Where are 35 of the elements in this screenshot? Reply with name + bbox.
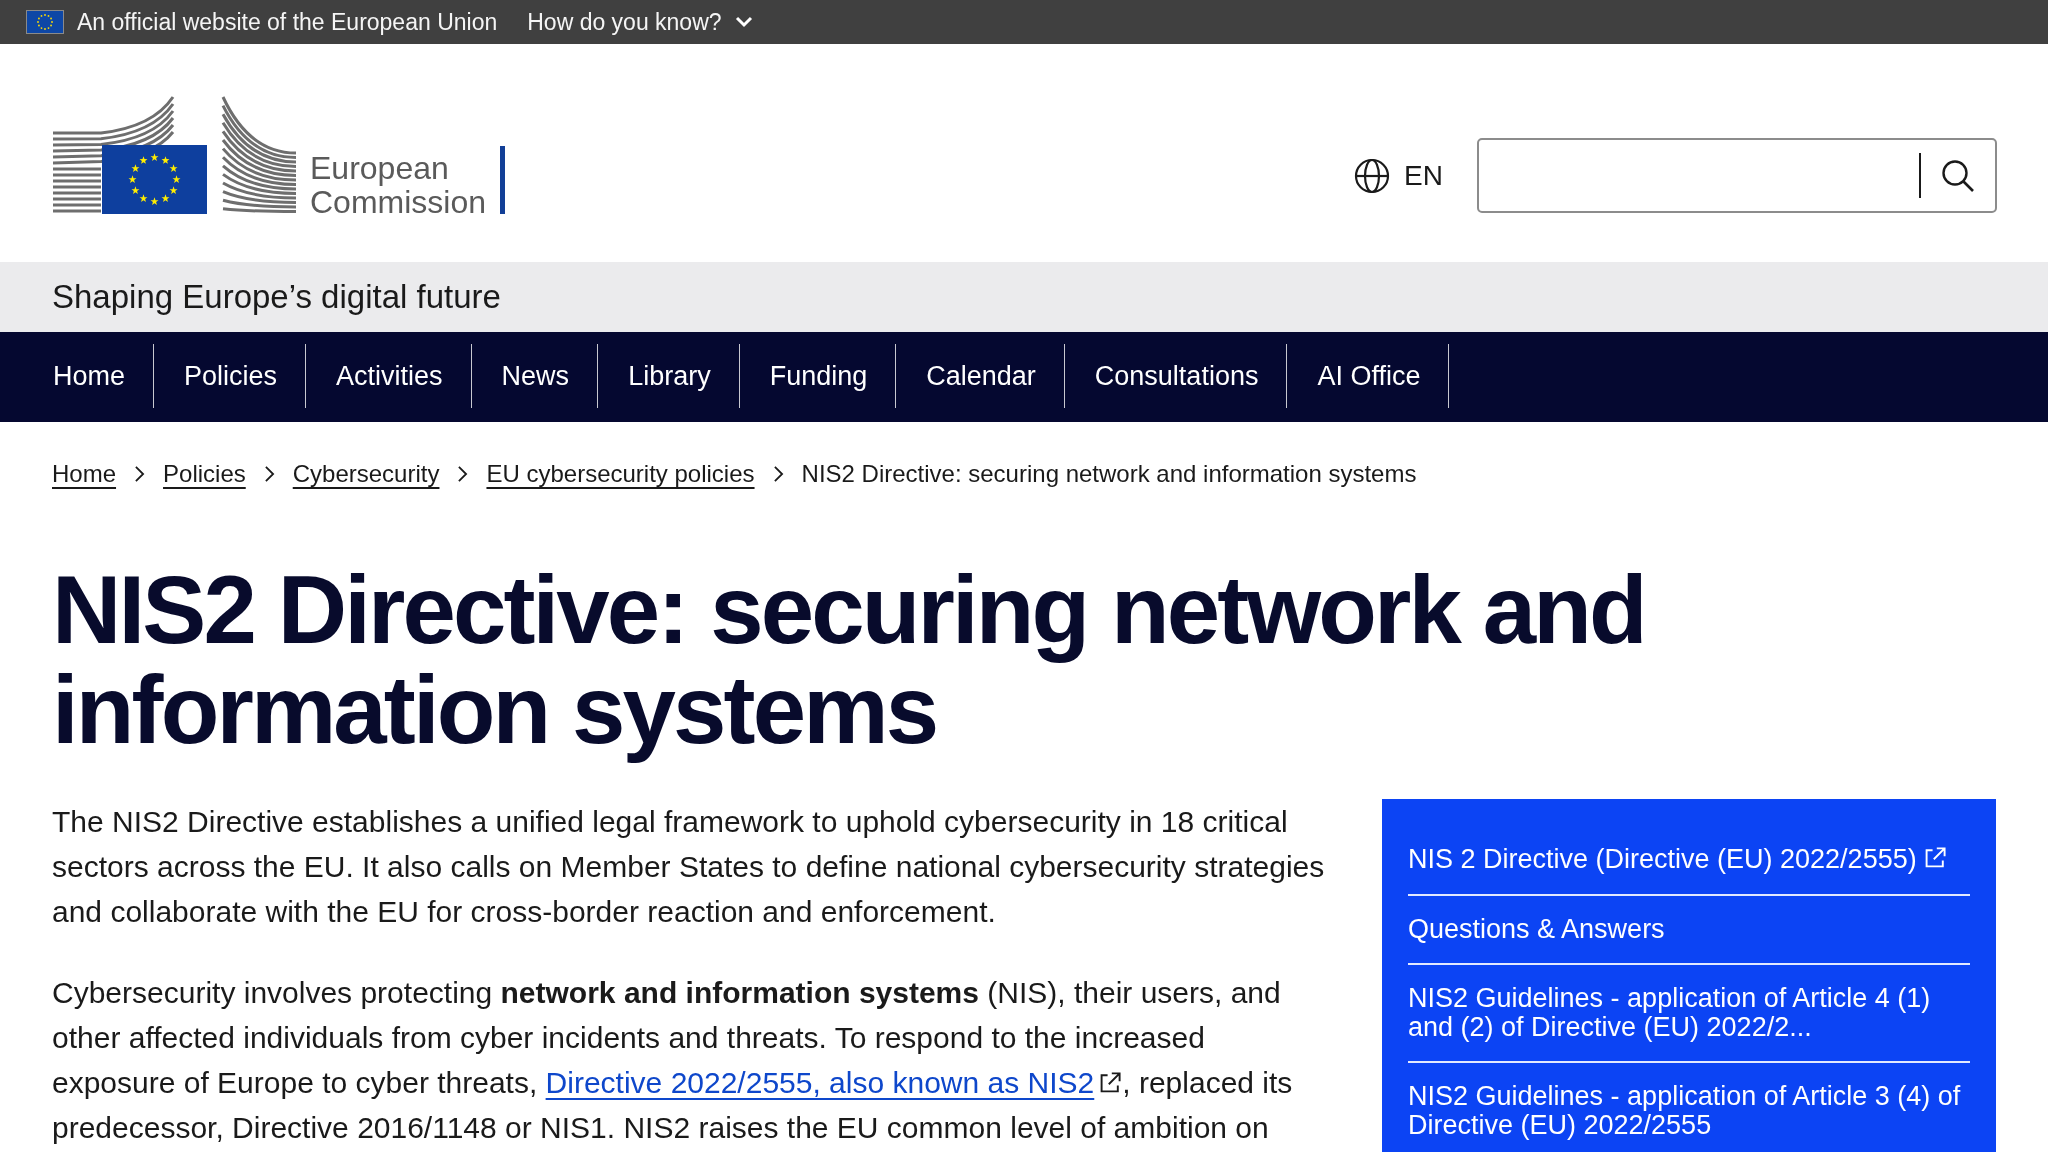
breadcrumb-link[interactable]: Policies xyxy=(163,459,246,489)
paragraph: The NIS2 Directive establishes a unified legal framework to uphold cybersecurity in 18 critical sectors across the EU. It also calls on Member States to define national cybersecurity strategies and collaborate with the EU for cross-border reaction and enforcement. xyxy=(52,804,1326,930)
nav-link[interactable]: Consultations xyxy=(1064,344,1288,408)
nav-link[interactable]: AI Office xyxy=(1287,344,1450,408)
official-site-notice: An official website of the European Union xyxy=(77,8,498,37)
nav-link[interactable]: Library xyxy=(598,344,740,408)
globe-icon xyxy=(1354,157,1391,194)
nav-link[interactable]: News xyxy=(471,344,599,408)
sidebar-link[interactable]: NIS 2 Directive (Directive (EU) 2022/2555) xyxy=(1408,845,1970,874)
breadcrumb-link[interactable]: EU cybersecurity policies xyxy=(486,459,755,489)
logo-text: European Commission xyxy=(310,151,487,219)
nav-link[interactable]: Activities xyxy=(306,344,472,408)
eu-flag-icon xyxy=(26,10,64,34)
breadcrumb-link[interactable]: Cybersecurity xyxy=(292,459,440,489)
chevron-right-icon xyxy=(457,465,469,483)
nav-link[interactable]: Policies xyxy=(154,344,307,408)
how-do-you-know-toggle[interactable]: How do you know? xyxy=(527,7,753,37)
breadcrumb-current: NIS2 Directive: securing network and information systems xyxy=(801,459,1417,489)
chevron-down-icon xyxy=(734,16,753,28)
chevron-right-icon xyxy=(134,465,146,483)
paragraph: Cybersecurity involves protecting network and information systems (NIS), their users, and other affected individuals from cyber incidents and threats. To respond to the increased exposure of Europe to cyber threats, Directive 2022/2555, also known as NIS2 , replaced its predecessor, Directive 2016/1148 or NIS1. NIS2 raises the EU common level of ambition on xyxy=(52,975,1294,1146)
nav-link[interactable]: Home xyxy=(23,344,155,408)
nav-link[interactable]: Calendar xyxy=(896,344,1065,408)
chevron-right-icon xyxy=(263,465,275,483)
search-field[interactable] xyxy=(1477,138,1997,213)
site-name: Shaping Europe’s digital future xyxy=(52,278,501,316)
sidebar-link[interactable]: NIS2 Guidelines - application of Article 3 (4) of Directive (EU) 2022/2555 xyxy=(1408,1082,1970,1140)
sidebar-link[interactable]: Questions & Answers xyxy=(1408,915,1970,944)
breadcrumb-link[interactable]: Home xyxy=(52,459,117,489)
nav-link[interactable]: Funding xyxy=(739,344,897,408)
directive-link[interactable]: Directive 2022/2555, also known as NIS2 xyxy=(545,1066,1123,1099)
sidebar-link[interactable]: NIS2 Guidelines - application of Article 4 (1) and (2) of Directive (EU) 2022/2... xyxy=(1408,984,1970,1042)
chevron-right-icon xyxy=(772,465,784,483)
language-button[interactable]: EN xyxy=(1354,157,1443,194)
search-icon xyxy=(1941,158,1975,193)
